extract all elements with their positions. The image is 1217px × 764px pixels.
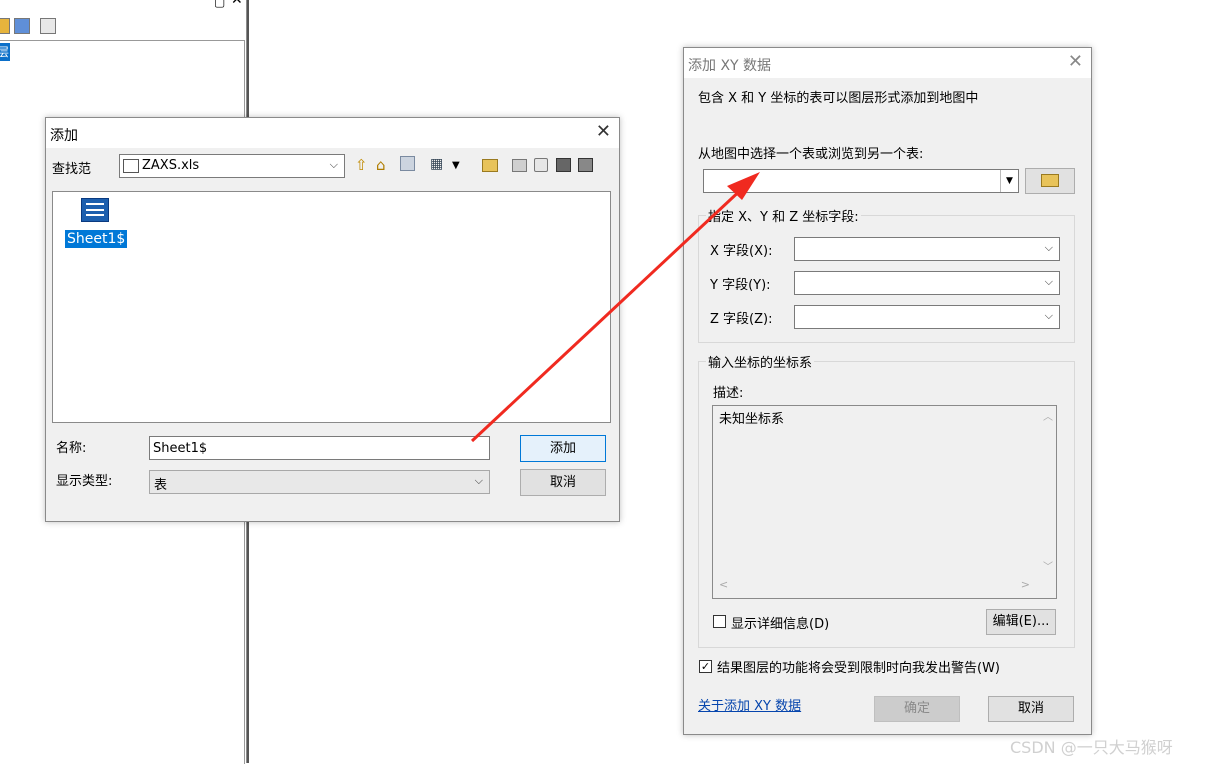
annotation-arrow (470, 172, 760, 443)
arrow-shaft (470, 184, 747, 443)
arrow-head (727, 172, 760, 200)
watermark: CSDN @一只大马猴呀 (1010, 738, 1173, 757)
